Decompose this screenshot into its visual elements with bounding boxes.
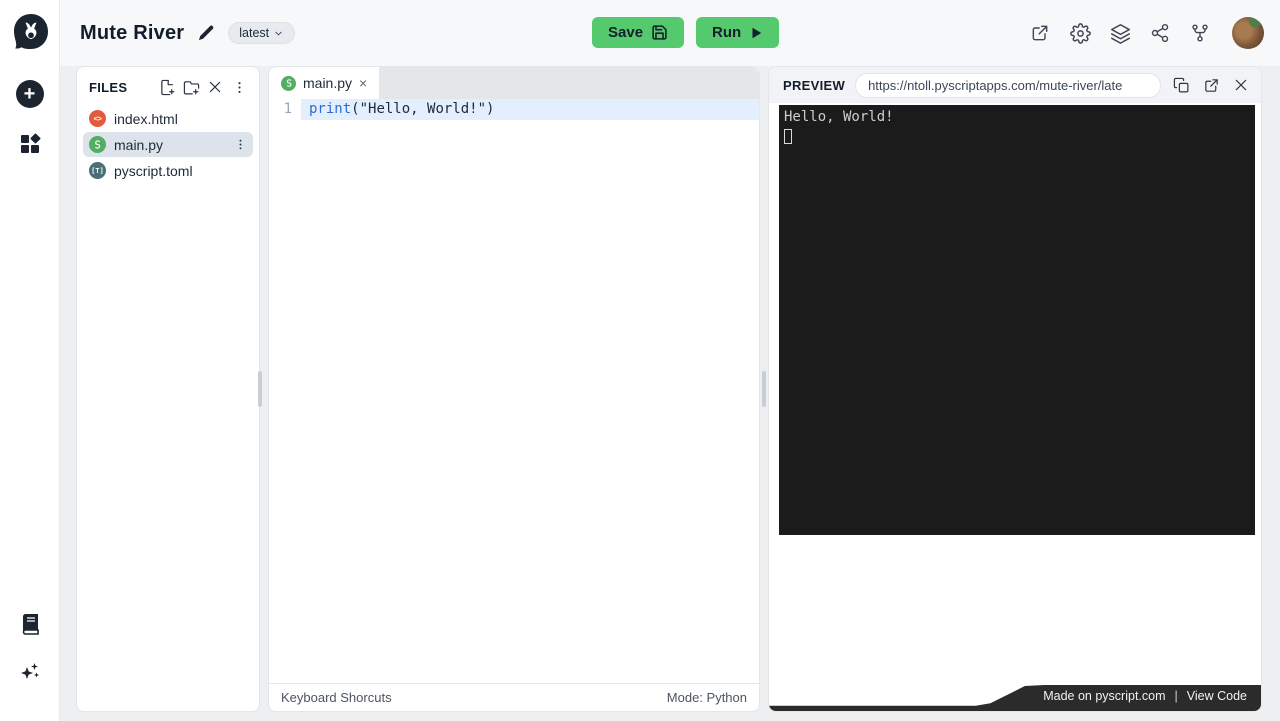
file-name: pyscript.toml [114, 163, 247, 179]
ai-sparkles-icon[interactable] [16, 658, 44, 686]
keyboard-shortcuts-link[interactable]: Keyboard Shorcuts [281, 690, 392, 705]
ribbon-separator: | [1175, 689, 1178, 703]
left-rail: + [0, 0, 60, 721]
file-kebab-menu-icon[interactable] [233, 137, 247, 153]
tab-main-py[interactable]: main.py × [269, 67, 379, 99]
code-line-1: 1 print("Hello, World!") [269, 99, 759, 120]
code-content: print("Hello, World!") [302, 99, 759, 120]
toml-file-icon: [T] [89, 162, 106, 179]
preview-terminal[interactable]: Hello, World! [779, 105, 1255, 535]
edit-title-pencil-icon[interactable] [194, 21, 218, 45]
new-file-icon[interactable] [157, 77, 177, 97]
html-file-icon: <> [89, 110, 106, 127]
save-label: Save [608, 24, 643, 41]
preview-title: PREVIEW [783, 78, 845, 93]
editor-tab-bar: main.py × [269, 67, 759, 99]
files-kebab-menu-icon[interactable] [229, 77, 249, 97]
settings-gear-icon[interactable] [1068, 21, 1092, 45]
editor-panel: main.py × 1 print("Hello, World!") Keybo… [268, 66, 760, 712]
docs-book-icon[interactable] [16, 610, 44, 638]
pyscript-ribbon: Made on pyscript.com | View Code [769, 685, 1261, 711]
files-panel-title: FILES [89, 80, 153, 95]
file-name: main.py [114, 137, 225, 153]
git-fork-icon[interactable] [1188, 21, 1212, 45]
run-play-icon [749, 26, 763, 40]
token-keyword: print [309, 101, 351, 117]
file-row-main-py[interactable]: main.py [83, 132, 253, 157]
new-folder-icon[interactable] [181, 77, 201, 97]
preview-header: PREVIEW https://ntoll.pyscriptapps.com/m… [769, 67, 1261, 103]
token-paren: ) [486, 101, 494, 117]
version-dropdown[interactable]: latest [228, 22, 295, 44]
file-row-pyscript-toml[interactable]: [T] pyscript.toml [83, 158, 253, 183]
new-project-button[interactable]: + [16, 80, 44, 108]
editor-status-bar: Keyboard Shorcuts Mode: Python [269, 683, 759, 711]
made-on-pyscript-label: Made on pyscript.com [1043, 689, 1165, 703]
editor-mode-label: Mode: Python [667, 690, 747, 705]
versions-layers-icon[interactable] [1108, 21, 1132, 45]
copy-url-icon[interactable] [1171, 75, 1191, 95]
open-external-icon[interactable] [1028, 21, 1052, 45]
terminal-cursor [784, 129, 792, 144]
user-avatar[interactable] [1232, 17, 1264, 49]
code-editor[interactable]: 1 print("Hello, World!") [269, 99, 759, 683]
run-button[interactable]: Run [696, 17, 779, 48]
preview-panel: PREVIEW https://ntoll.pyscriptapps.com/m… [768, 66, 1262, 712]
chevron-down-icon [273, 28, 284, 39]
plus-icon: + [24, 84, 36, 104]
files-panel: FILES <> index.html main.py [T] pyscript… [76, 66, 260, 712]
terminal-output-line: Hello, World! [784, 108, 1250, 127]
run-label: Run [712, 24, 741, 41]
pyscript-logo[interactable] [11, 12, 51, 52]
tab-label: main.py [303, 75, 352, 91]
file-row-index-html[interactable]: <> index.html [83, 106, 253, 131]
close-files-icon[interactable] [205, 77, 225, 97]
resize-handle-left[interactable] [258, 371, 262, 407]
dashboard-icon[interactable] [16, 130, 44, 158]
token-paren: ( [351, 101, 359, 117]
top-bar: Mute River latest Save Run [60, 0, 1280, 66]
line-number: 1 [269, 99, 302, 120]
python-file-icon [89, 136, 106, 153]
save-floppy-icon [651, 24, 668, 41]
project-title: Mute River [80, 22, 184, 45]
version-label: latest [239, 26, 269, 40]
resize-handle-right[interactable] [762, 371, 766, 407]
open-preview-external-icon[interactable] [1201, 75, 1221, 95]
preview-url-field[interactable]: https://ntoll.pyscriptapps.com/mute-rive… [855, 73, 1161, 98]
save-button[interactable]: Save [592, 17, 684, 48]
python-file-icon [281, 76, 296, 91]
file-name: index.html [114, 111, 247, 127]
close-preview-icon[interactable] [1231, 75, 1251, 95]
view-code-link[interactable]: View Code [1187, 689, 1247, 703]
token-string: "Hello, World!" [360, 101, 486, 117]
tab-close-icon[interactable]: × [359, 76, 367, 90]
share-icon[interactable] [1148, 21, 1172, 45]
